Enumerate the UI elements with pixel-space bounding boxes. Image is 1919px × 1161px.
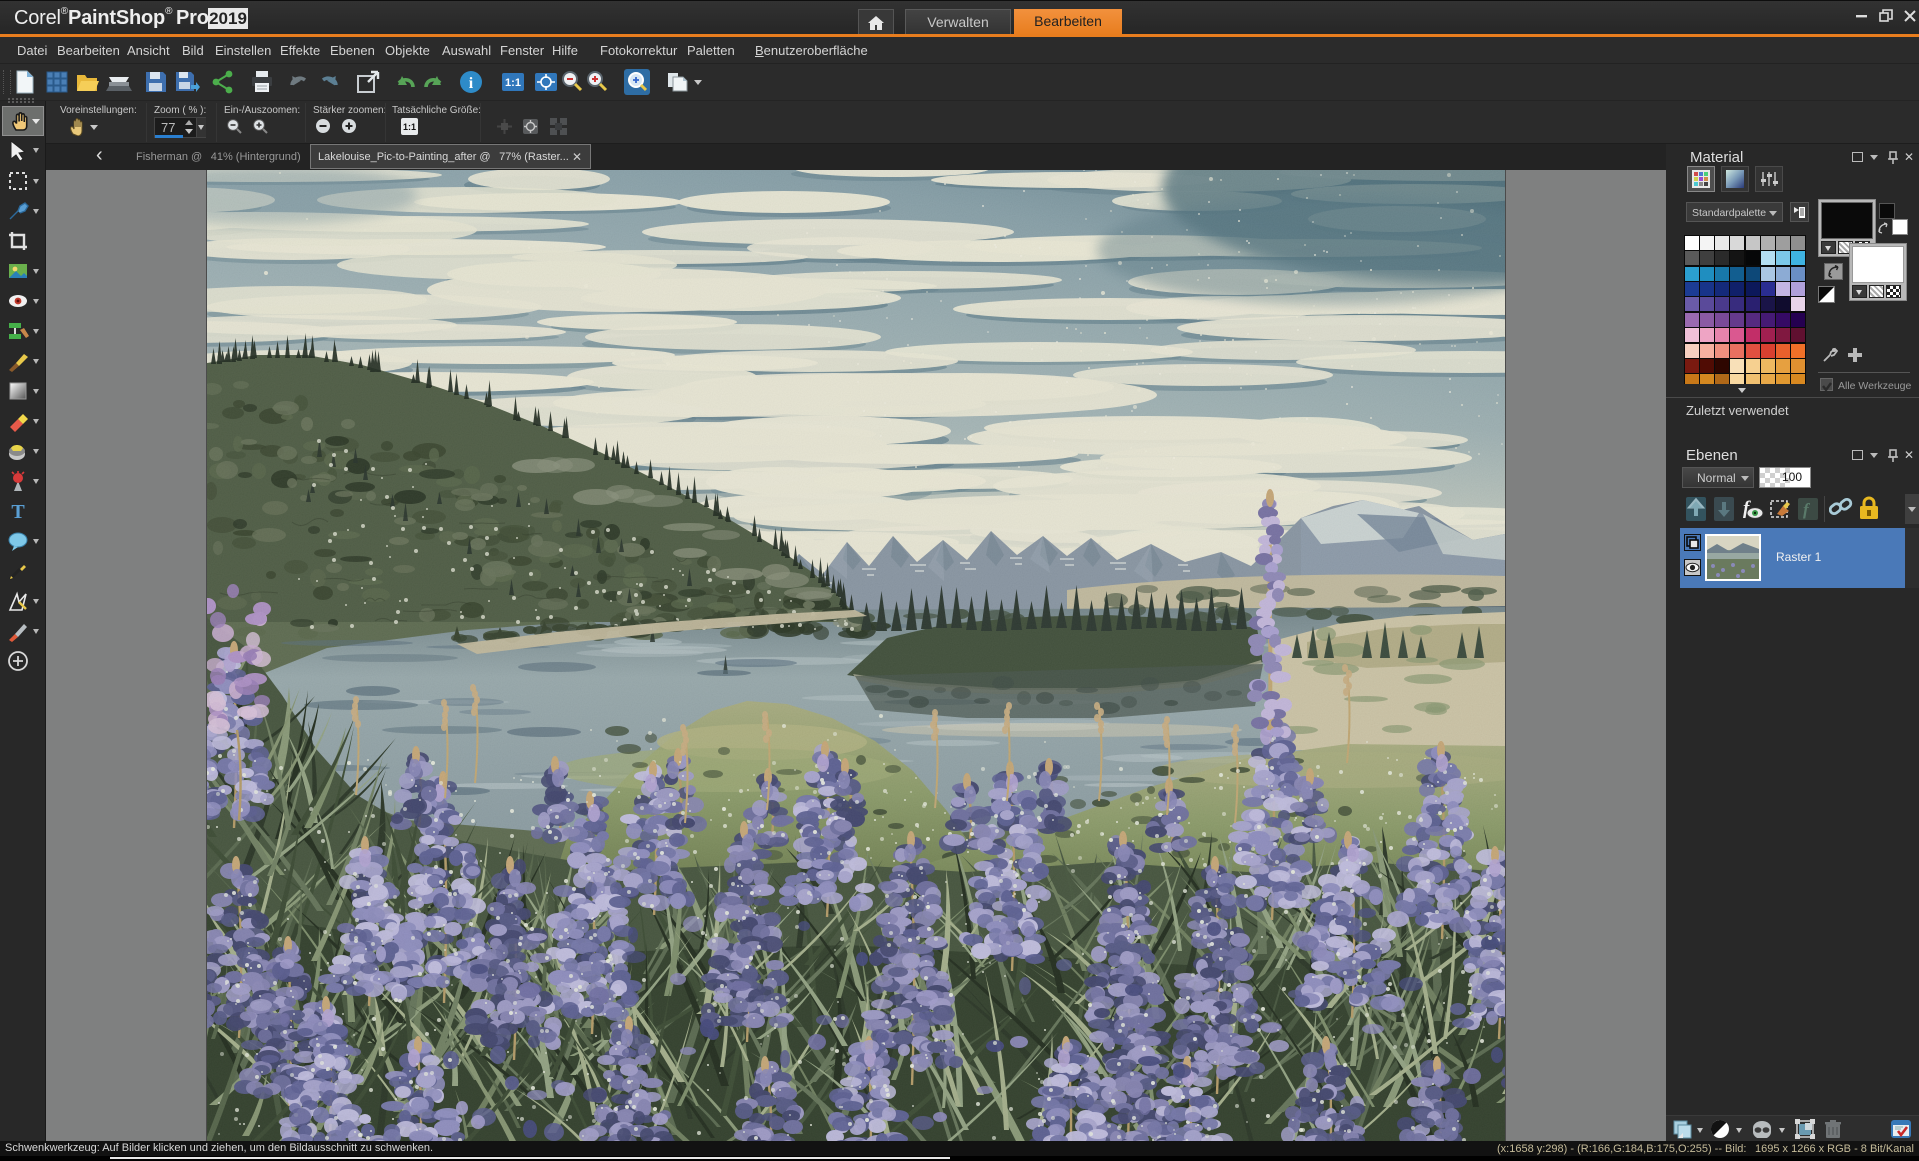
svg-text:T: T [11,501,25,522]
svg-text:i: i [469,75,474,92]
svg-text:1:1: 1:1 [505,77,521,89]
svg-text:1:1: 1:1 [403,122,416,132]
